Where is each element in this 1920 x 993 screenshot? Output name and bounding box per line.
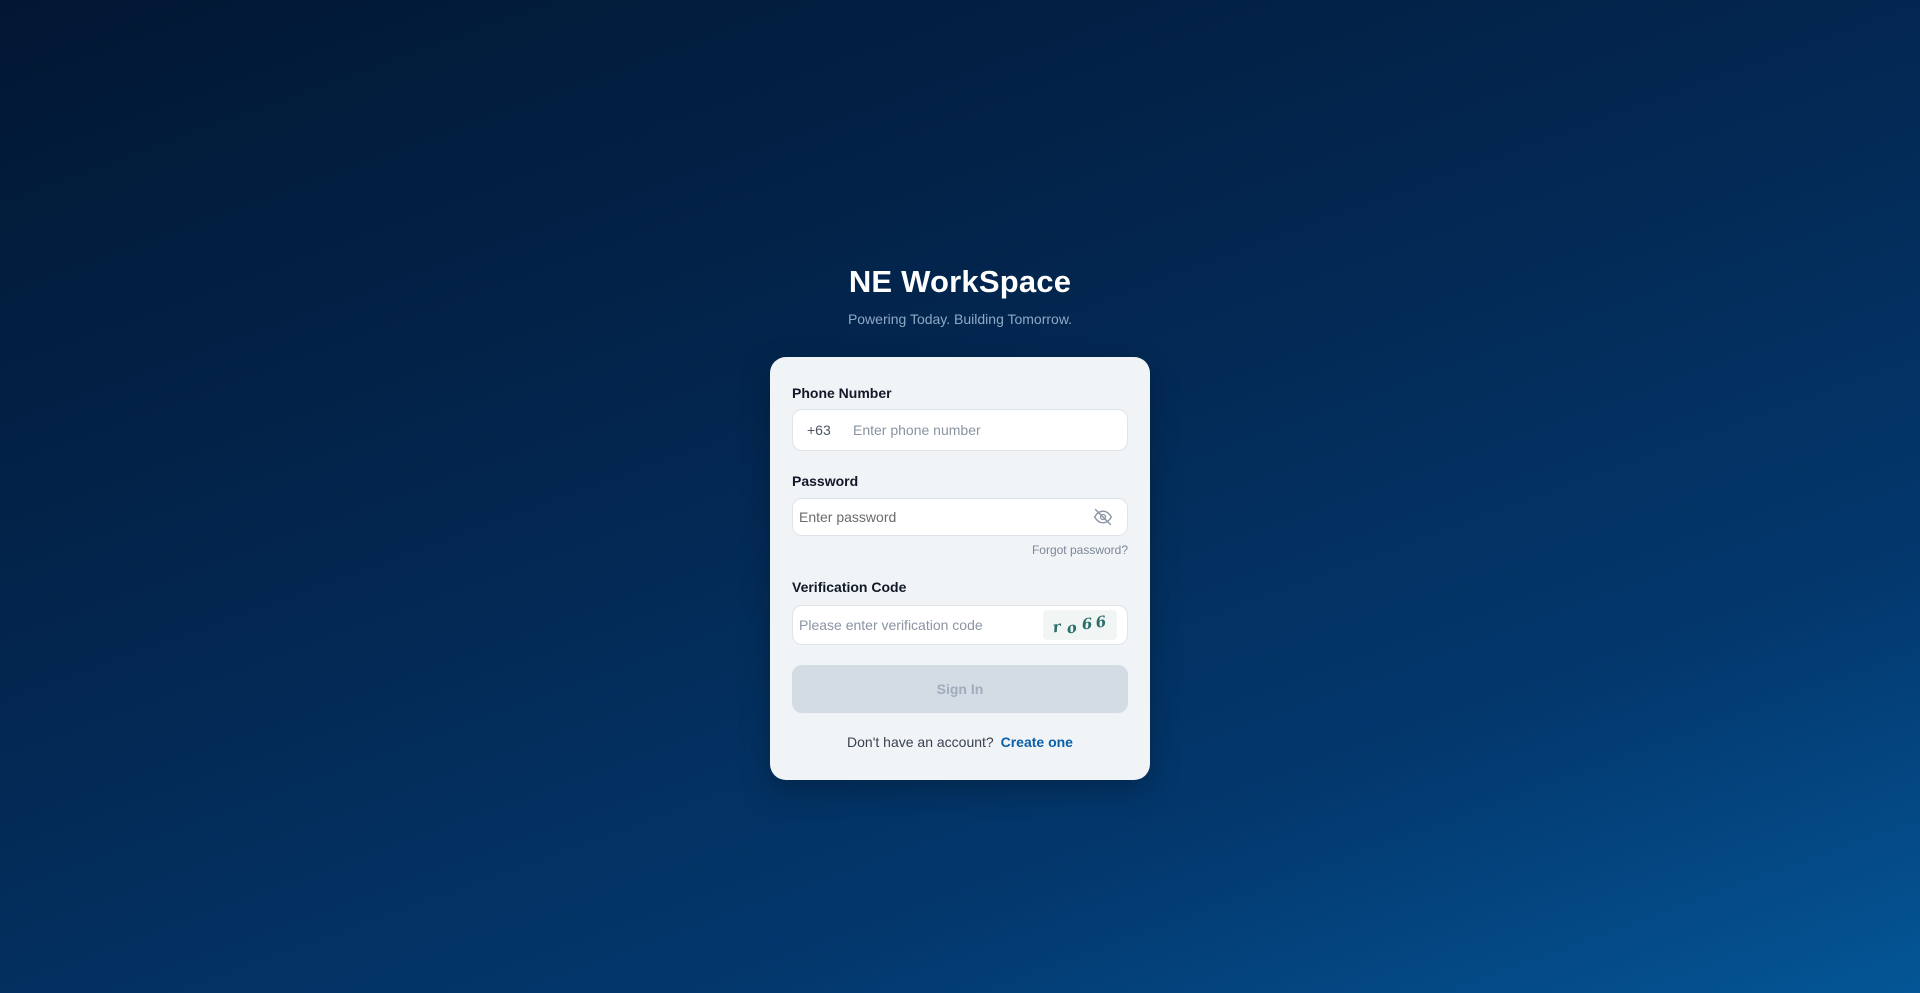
svg-text:6: 6 — [1081, 614, 1094, 633]
captcha-glyphs: r o 6 6 — [1051, 612, 1108, 638]
country-code[interactable]: +63 — [793, 422, 841, 438]
verification-label: Verification Code — [792, 579, 907, 595]
phone-label: Phone Number — [792, 385, 892, 401]
verification-field: r o 6 6 — [792, 605, 1128, 645]
app-title: NE WorkSpace — [848, 264, 1072, 299]
verification-input[interactable] — [793, 616, 1043, 634]
eye-off-icon[interactable] — [1091, 505, 1115, 529]
phone-field: +63 — [792, 409, 1128, 451]
captcha-image[interactable]: r o 6 6 — [1043, 610, 1117, 640]
password-field — [792, 498, 1128, 536]
create-account-link[interactable]: Create one — [1001, 734, 1073, 750]
signup-prompt: Don't have an account? — [847, 734, 994, 750]
sign-in-button[interactable]: Sign In — [792, 665, 1128, 713]
svg-text:6: 6 — [1094, 612, 1108, 632]
password-label: Password — [792, 473, 859, 489]
signup-row: Don't have an account? Create one — [770, 734, 1150, 750]
login-card: Phone Number +63 Password Forgot passwor… — [770, 357, 1150, 780]
svg-text:r: r — [1051, 617, 1062, 636]
password-input[interactable] — [793, 508, 1091, 526]
forgot-password-link[interactable]: Forgot password? — [1032, 543, 1128, 557]
svg-text:o: o — [1065, 618, 1079, 638]
app-tagline: Powering Today. Building Tomorrow. — [847, 311, 1073, 327]
phone-input[interactable] — [841, 421, 1127, 439]
login-header: NE WorkSpace Powering Today. Building To… — [0, 260, 1920, 328]
